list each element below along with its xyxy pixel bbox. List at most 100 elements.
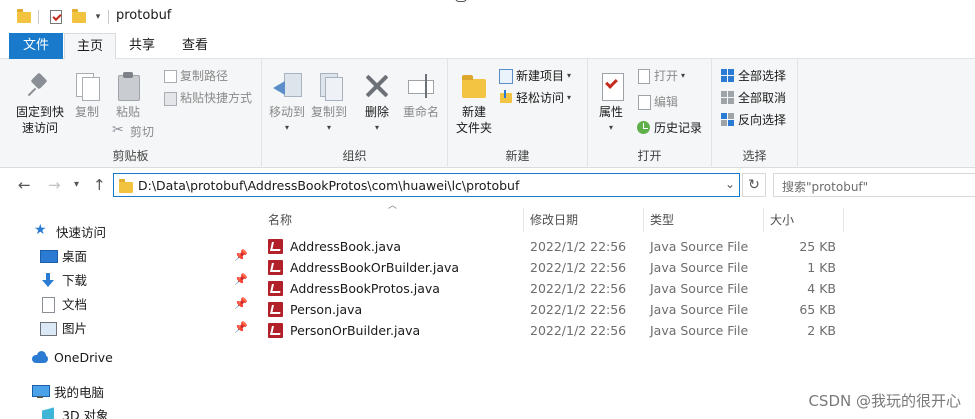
file-size: 65 KB <box>799 302 836 317</box>
paste-button[interactable]: 粘贴 <box>110 71 146 120</box>
column-header-type[interactable]: 类型 <box>650 208 760 232</box>
file-type: Java Source File <box>650 239 749 254</box>
nav-item-downloads[interactable]: 下载 <box>40 270 87 289</box>
properties-button[interactable]: 属性 ▾ <box>594 71 628 136</box>
window-top-edge-icon <box>455 0 467 2</box>
java-file-icon <box>268 239 283 254</box>
copy-button[interactable]: 复制 <box>70 71 104 120</box>
new-item-button[interactable]: 新建项目 ▾ <box>498 66 571 84</box>
tab-share[interactable]: 共享 <box>118 33 166 59</box>
copy-path-icon <box>162 68 177 83</box>
rename-icon <box>406 71 436 101</box>
desktop-icon <box>40 249 58 263</box>
open-icon <box>636 68 651 84</box>
nav-item-desktop[interactable]: 桌面 <box>40 246 87 265</box>
picture-icon <box>40 321 57 336</box>
nav-item-onedrive[interactable]: OneDrive <box>32 350 113 365</box>
file-size: 2 KB <box>807 323 836 338</box>
copy-to-button[interactable]: 复制到 ▾ <box>310 71 348 136</box>
cut-button[interactable]: 剪切 <box>112 122 154 140</box>
file-row[interactable]: AddressBookProtos.java 2022/1/2 22:56 Ja… <box>268 278 868 299</box>
nav-item-this-pc[interactable]: 我的电脑 <box>32 382 104 401</box>
new-group-label: 新建 <box>505 149 530 163</box>
nav-item-3d-objects[interactable]: 3D 对象 <box>40 405 109 419</box>
back-arrow-icon[interactable]: ← <box>18 176 31 194</box>
nav-item-documents[interactable]: 文档 <box>40 294 87 313</box>
select-none-button[interactable]: 全部取消 <box>720 88 786 106</box>
computer-icon <box>32 384 50 399</box>
properties-quick-icon[interactable] <box>48 9 64 25</box>
clipboard-group-label: 剪贴板 <box>112 149 149 163</box>
file-list: ︿ 名称 修改日期 类型 大小 AddressBook.java 2022/1/… <box>250 201 975 419</box>
nav-item-quick-access[interactable]: 快速访问 <box>34 222 106 241</box>
file-name: AddressBookOrBuilder.java <box>290 260 460 275</box>
nav-item-pictures[interactable]: 图片 <box>40 318 87 337</box>
file-row[interactable]: AddressBook.java 2022/1/2 22:56 Java Sou… <box>268 236 868 257</box>
file-row[interactable]: Person.java 2022/1/2 22:56 Java Source F… <box>268 299 868 320</box>
tab-home[interactable]: 主页 <box>64 33 116 60</box>
column-header-size[interactable]: 大小 <box>770 208 840 232</box>
customize-toolbar-icon[interactable]: ▾ <box>92 9 104 25</box>
file-type: Java Source File <box>650 281 749 296</box>
paste-shortcut-button[interactable]: 粘贴快捷方式 <box>162 88 252 106</box>
refresh-button[interactable]: ↻ <box>742 173 766 197</box>
new-item-icon <box>498 68 513 84</box>
select-all-icon <box>720 68 735 83</box>
watermark: CSDN @我玩的很开心 <box>808 392 961 410</box>
ribbon-tabs: 文件 主页 共享 查看 <box>0 33 975 60</box>
folder-icon[interactable] <box>16 8 32 25</box>
search-input[interactable]: 搜索"protobuf" <box>773 173 975 197</box>
pin-quick-access-button[interactable]: 固定到快 速访问 <box>12 71 68 136</box>
open-button[interactable]: 打开 ▾ <box>636 66 685 84</box>
pin-icon <box>25 71 55 101</box>
pin-icon[interactable]: 📌 <box>234 321 248 334</box>
file-type: Java Source File <box>650 302 749 317</box>
edit-icon <box>636 94 651 110</box>
select-group-label: 选择 <box>742 149 767 163</box>
file-row[interactable]: AddressBookOrBuilder.java 2022/1/2 22:56… <box>268 257 868 278</box>
tab-view[interactable]: 查看 <box>170 33 220 59</box>
java-file-icon <box>268 323 283 338</box>
file-date: 2022/1/2 22:56 <box>530 239 627 254</box>
copy-path-button[interactable]: 复制路径 <box>162 66 228 84</box>
file-row[interactable]: PersonOrBuilder.java 2022/1/2 22:56 Java… <box>268 320 868 341</box>
open-group: 属性 ▾ 打开 ▾ 编辑 历史记录 打开 <box>588 59 712 168</box>
history-button[interactable]: 历史记录 <box>636 118 702 136</box>
easy-access-button[interactable]: 轻松访问 ▾ <box>498 88 571 106</box>
file-size: 25 KB <box>799 239 836 254</box>
invert-selection-button[interactable]: 反向选择 <box>720 110 786 128</box>
new-folder-button[interactable]: 新建 文件夹 <box>454 71 494 136</box>
edit-button[interactable]: 编辑 <box>636 92 678 110</box>
address-input[interactable]: D:\Data\protobuf\AddressBookProtos\com\h… <box>113 173 740 197</box>
address-bar-row: ← → ▾ ↑ D:\Data\protobuf\AddressBookProt… <box>0 168 975 204</box>
up-arrow-icon[interactable]: ↑ <box>93 176 106 194</box>
search-placeholder: 搜索"protobuf" <box>782 180 869 194</box>
move-to-button[interactable]: 移动到 ▾ <box>268 71 306 136</box>
pin-icon[interactable]: 📌 <box>234 273 248 286</box>
pin-icon[interactable]: 📌 <box>234 249 248 262</box>
java-file-icon <box>268 260 283 275</box>
chevron-down-icon[interactable]: ⌄ <box>725 177 735 191</box>
invert-selection-icon <box>720 112 735 127</box>
column-header-name[interactable]: 名称 <box>268 208 518 232</box>
pin-icon[interactable]: 📌 <box>234 297 248 310</box>
java-file-icon <box>268 302 283 317</box>
new-folder-icon <box>459 71 489 101</box>
clipboard-icon <box>113 71 143 101</box>
file-name: AddressBookProtos.java <box>290 281 440 296</box>
forward-arrow-icon[interactable]: → <box>48 176 61 194</box>
window-title: protobuf <box>116 8 172 23</box>
column-header-date[interactable]: 修改日期 <box>530 208 640 232</box>
recent-locations-chevron-icon[interactable]: ▾ <box>74 179 79 190</box>
paste-shortcut-icon <box>162 90 177 106</box>
clipboard-group: 固定到快 速访问 复制 粘贴 复制路径 粘贴快捷方式 剪切 剪贴板 <box>0 59 262 168</box>
rename-button[interactable]: 重命名 <box>400 71 442 120</box>
select-all-button[interactable]: 全部选择 <box>720 66 786 84</box>
file-date: 2022/1/2 22:56 <box>530 323 627 338</box>
file-type: Java Source File <box>650 323 749 338</box>
delete-button[interactable]: 删除 ▾ <box>360 71 394 136</box>
new-folder-quick-icon[interactable] <box>71 8 87 25</box>
file-name: AddressBook.java <box>290 239 402 254</box>
tab-file[interactable]: 文件 <box>9 33 63 59</box>
easy-access-icon <box>498 89 513 105</box>
